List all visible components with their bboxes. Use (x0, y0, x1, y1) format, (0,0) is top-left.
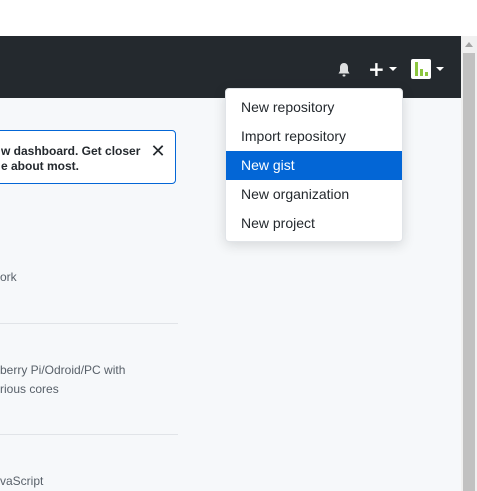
user-menu-button[interactable] (411, 58, 447, 80)
feed-item-text: ork (0, 270, 17, 284)
close-icon[interactable]: ✕ (149, 142, 167, 160)
vertical-scrollbar[interactable] (461, 36, 477, 491)
feed-item-text: vaScript (0, 474, 44, 488)
feed-divider (0, 323, 178, 324)
scroll-up-button[interactable] (461, 36, 477, 53)
menu-item-new-repository[interactable]: New repository (226, 93, 402, 122)
browser-viewport: + w dashboard. Get closer e about most. … (0, 0, 477, 491)
top-blank-area (0, 0, 461, 36)
scrollbar-thumb[interactable] (463, 53, 475, 491)
chevron-down-icon (436, 67, 444, 71)
create-new-dropdown: New repository Import repository New gis… (225, 88, 403, 242)
create-new-button[interactable]: + (368, 59, 398, 79)
feed-item-text: berry Pi/Odroid/PC with rious cores (0, 363, 126, 396)
menu-item-new-gist[interactable]: New gist (226, 151, 402, 180)
plus-icon: + (368, 57, 385, 81)
menu-item-import-repository[interactable]: Import repository (226, 122, 402, 151)
avatar (411, 59, 431, 79)
notice-text: w dashboard. Get closer e about most. (1, 144, 141, 173)
menu-item-new-project[interactable]: New project (226, 209, 402, 238)
dashboard-notice: w dashboard. Get closer e about most. ✕ (0, 130, 176, 184)
chevron-down-icon (388, 67, 397, 71)
feed-divider (0, 434, 178, 435)
chevron-up-icon (465, 42, 473, 47)
menu-item-new-organization[interactable]: New organization (226, 180, 402, 209)
bell-icon[interactable] (336, 62, 352, 78)
